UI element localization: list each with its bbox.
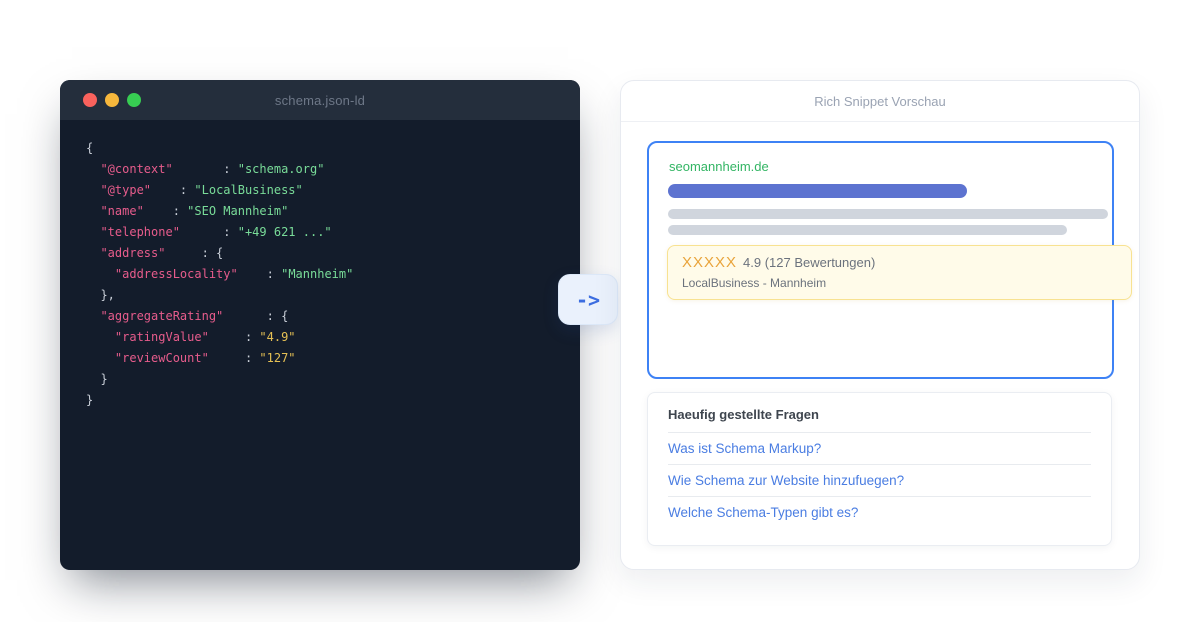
faq-question-link[interactable]: Welche Schema-Typen gibt es? bbox=[668, 497, 1091, 528]
rating-line: XXXXX 4.9 (127 Bewertungen) bbox=[682, 254, 1117, 271]
rating-subtext: LocalBusiness - Mannheim bbox=[682, 276, 1117, 290]
maximize-window-icon[interactable] bbox=[127, 93, 141, 107]
code-editor-window: schema.json-ld { "@context" : "schema.or… bbox=[60, 80, 580, 570]
faq-box: Haeufig gestellte Fragen Was ist Schema … bbox=[647, 392, 1112, 546]
serp-title-placeholder-bar bbox=[668, 184, 967, 198]
code-block: { "@context" : "schema.org" "@type" : "L… bbox=[60, 120, 580, 411]
page: schema.json-ld { "@context" : "schema.or… bbox=[0, 0, 1200, 622]
serp-preview-box: seomannheim.de XXXXX 4.9 (127 Bewertungen… bbox=[647, 141, 1114, 379]
rating-snippet-box: XXXXX 4.9 (127 Bewertungen) LocalBusiness… bbox=[667, 245, 1132, 300]
transform-arrow: -> bbox=[558, 274, 618, 325]
faq-title: Haeufig gestellte Fragen bbox=[668, 393, 1091, 433]
minimize-window-icon[interactable] bbox=[105, 93, 119, 107]
editor-title-bar: schema.json-ld bbox=[60, 80, 580, 120]
serp-url: seomannheim.de bbox=[669, 159, 1094, 174]
faq-question-link[interactable]: Wie Schema zur Website hinzufuegen? bbox=[668, 465, 1091, 497]
preview-card-title: Rich Snippet Vorschau bbox=[814, 94, 946, 109]
close-window-icon[interactable] bbox=[83, 93, 97, 107]
arrow-icon: -> bbox=[576, 288, 600, 312]
window-title: schema.json-ld bbox=[275, 93, 365, 108]
preview-card-header: Rich Snippet Vorschau bbox=[621, 81, 1139, 122]
rating-text: 4.9 (127 Bewertungen) bbox=[743, 255, 875, 270]
serp-description-placeholder-bar bbox=[668, 209, 1108, 219]
faq-question-link[interactable]: Was ist Schema Markup? bbox=[668, 433, 1091, 465]
star-rating-icon: XXXXX bbox=[682, 254, 737, 271]
serp-description-placeholder-bar bbox=[668, 225, 1067, 235]
window-controls bbox=[83, 80, 141, 120]
rich-snippet-preview-card: Rich Snippet Vorschau seomannheim.de XXX… bbox=[620, 80, 1140, 570]
